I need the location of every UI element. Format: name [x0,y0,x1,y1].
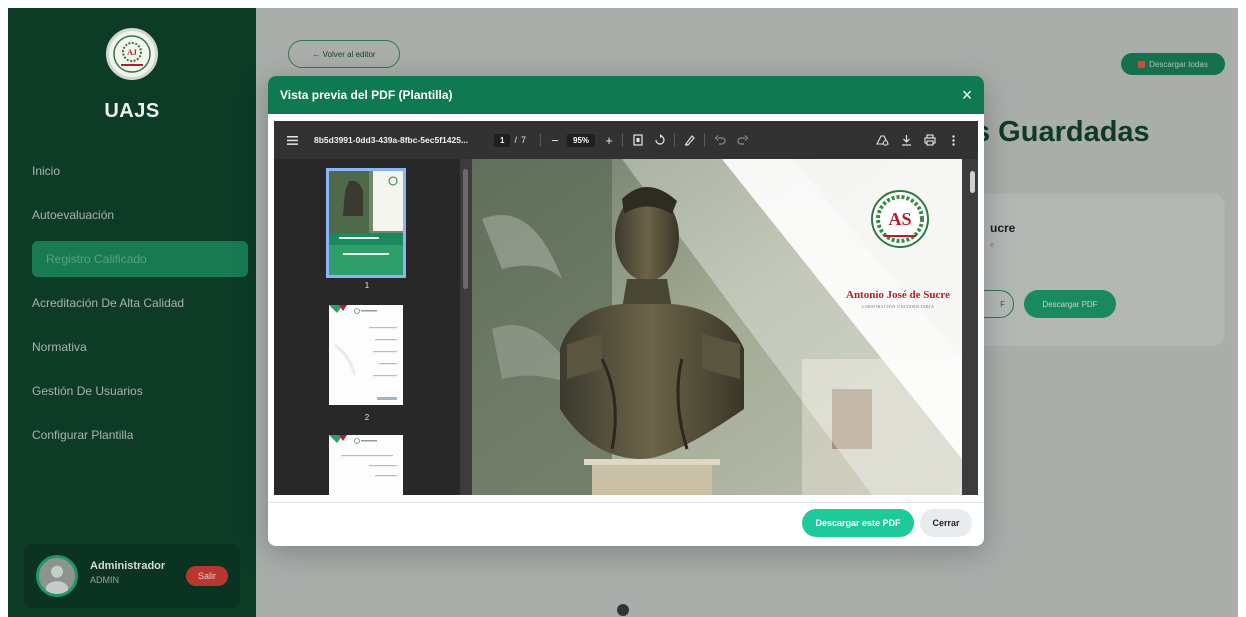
thumbnail-page-3[interactable] [329,435,403,495]
back-to-editor-button[interactable]: ← Volver al editor [288,40,400,68]
sidebar-item-normativa[interactable]: Normativa [8,329,256,365]
download-this-pdf-button[interactable]: Descargar este PDF [802,509,914,537]
user-name: Administrador [90,560,166,572]
download-all-label: Descargar todas [1149,59,1208,69]
total-pages: 7 [520,135,526,145]
pdf-page-1: AS Antonio José de Sucre CORPORACIÓN UNI… [472,159,962,495]
print-icon[interactable] [922,121,938,159]
annotate-icon[interactable] [682,121,698,159]
thumbnail-label-1: 1 [364,281,370,290]
brand-name: UAJS [104,100,160,122]
toolbar-divider [674,133,675,147]
svg-text:AS: AS [888,209,911,229]
menu-icon[interactable] [284,121,300,159]
more-options-icon[interactable] [946,121,960,159]
user-card: Administrador ADMIN Salir [24,544,240,608]
user-role: ADMIN [90,575,119,585]
rotate-icon[interactable] [652,121,668,159]
thumbnail-panel: 1 2 [274,159,460,495]
card-subtitle: e [990,242,994,249]
modal-header: Vista previa del PDF (Plantilla) × [268,76,984,114]
sidebar: AJ UAJS Inicio Autoevaluación Registro C… [8,8,256,617]
pdf-toolbar: 8b5d3991-0dd3-439a-8fbc-5ec5f1425... 1 /… [274,121,978,159]
toolbar-divider [540,133,541,147]
sidebar-item-registro-calificado[interactable]: Registro Calificado [32,241,248,277]
download-all-button[interactable]: Descargar todas [1121,53,1225,75]
thumbnail-page-2[interactable] [329,305,403,405]
zoom-out-button[interactable]: − [548,121,562,159]
page-scrollbar[interactable] [970,165,976,491]
card-title: ucre [990,221,1016,235]
modal-footer: Descargar este PDF Cerrar [268,502,984,546]
redo-icon[interactable] [734,121,750,159]
close-icon[interactable]: × [956,84,978,106]
sidebar-item-inicio[interactable]: Inicio [8,153,256,189]
pdf-preview-modal: Vista previa del PDF (Plantilla) × 8b5d3… [268,76,984,546]
thumbnail-page-1[interactable] [326,168,406,278]
page-brand-name: Antonio José de Sucre [846,289,950,301]
drive-save-icon[interactable] [874,121,890,159]
sidebar-item-configurar-plantilla[interactable]: Configurar Plantilla [8,417,256,453]
page-number-input[interactable]: 1 [494,133,511,147]
fit-page-icon[interactable] [630,121,646,159]
zoom-level-input[interactable]: 95% [567,133,596,147]
sidebar-nav: Inicio Autoevaluación Registro Calificad… [8,153,256,461]
logo: AJ [106,28,158,80]
modal-title: Vista previa del PDF (Plantilla) [280,88,453,102]
avatar [36,555,78,597]
page-separator: / [514,135,517,145]
download-icon[interactable] [898,121,914,159]
toolbar-divider [622,133,623,147]
zoom-in-button[interactable]: + [602,121,616,159]
pdf-page-area: AS Antonio José de Sucre CORPORACIÓN UNI… [468,159,978,495]
download-pdf-button[interactable]: Descargar PDF [1024,290,1116,318]
undo-icon[interactable] [712,121,728,159]
sidebar-item-autoevaluacion[interactable]: Autoevaluación [8,197,256,233]
thumbnail-label-2: 2 [364,413,370,422]
user-avatar-icon [39,558,75,594]
scroll-indicator [617,604,629,616]
close-button[interactable]: Cerrar [920,509,972,537]
page-brand-subtitle: CORPORACIÓN UNIVERSITARIA [861,304,935,309]
page-title: s Guardadas [974,116,1150,148]
document-icon [1138,60,1146,68]
logout-button[interactable]: Salir [186,566,228,586]
sidebar-item-acreditacion[interactable]: Acreditación De Alta Calidad [8,285,256,321]
pdf-filename: 8b5d3991-0dd3-439a-8fbc-5ec5f1425... [314,135,469,145]
toolbar-divider [704,133,705,147]
svg-text:AJ: AJ [127,48,137,57]
sidebar-item-gestion-usuarios[interactable]: Gestión De Usuarios [8,373,256,409]
ajs-seal-icon: AJ [113,35,151,73]
saved-document-card: ucre e F Descargar PDF [964,194,1225,346]
pdf-viewer: 8b5d3991-0dd3-439a-8fbc-5ec5f1425... 1 /… [274,121,978,495]
